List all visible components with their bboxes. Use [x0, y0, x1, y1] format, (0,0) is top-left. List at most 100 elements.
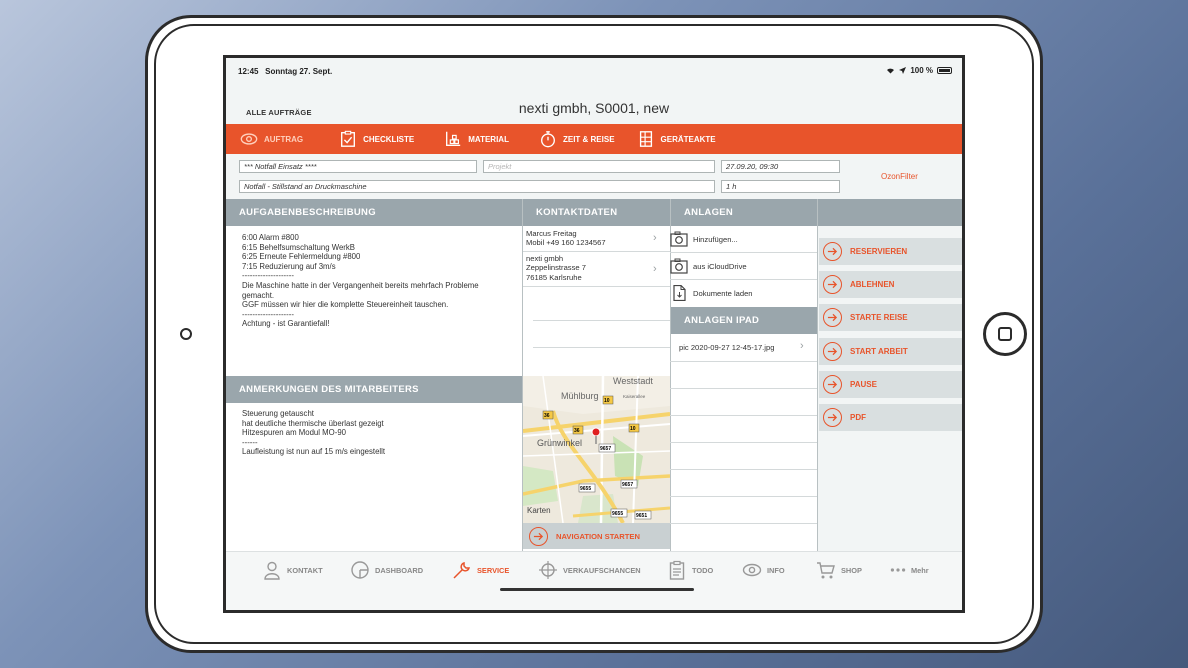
chevron-right-icon: ›: [653, 232, 657, 244]
status-date: Sonntag 27. Sept.: [265, 67, 333, 76]
tab-auftrag[interactable]: AUFTRAG: [240, 130, 321, 148]
map-label: Grünwinkel: [537, 438, 582, 448]
app-screen: 12:45 Sonntag 27. Sept. 100 % ALLE AUFTR…: [223, 55, 965, 613]
contact-company[interactable]: nexti gmbh Zeppelinstrasse 7 76185 Karls…: [526, 254, 586, 282]
task-description-text[interactable]: 6:00 Alarm #800 6:15 Behelfsumschaltung …: [242, 233, 479, 329]
reserve-button[interactable]: RESERVIEREN: [819, 238, 962, 265]
row-divider: [670, 442, 817, 443]
bottom-tab-bar: KONTAKT DASHBOARD SERVICE VERKAUFSCHANCE…: [226, 551, 962, 610]
tab-label: ZEIT & REISE: [562, 134, 615, 144]
page-title: nexti gmbh, S0001, new: [518, 100, 670, 116]
home-button-square-icon: [998, 327, 1012, 341]
icloud-attachment-item[interactable]: aus iCloudDrive: [670, 258, 747, 274]
start-trip-button[interactable]: STARTE REISE: [819, 304, 962, 331]
attachment-label: aus iCloudDrive: [693, 261, 747, 271]
stopwatch-icon: [540, 131, 555, 148]
order-fields: *** Notfall Einsatz **** Projekt 27.09.2…: [226, 154, 962, 199]
road-number: 10: [604, 398, 610, 404]
bottom-tab-dashboard[interactable]: DASHBOARD: [350, 560, 423, 580]
bottom-tab-label: SERVICE: [477, 565, 510, 575]
road-number: 9657: [622, 482, 633, 488]
tab-material[interactable]: MATERIAL: [444, 130, 527, 148]
bottom-tab-shop[interactable]: SHOP: [816, 560, 862, 580]
chevron-right-icon: ›: [653, 263, 657, 275]
road-number: 9657: [600, 446, 611, 452]
battery-icon: [937, 67, 952, 74]
wifi-icon: [887, 68, 895, 74]
bottom-tab-service[interactable]: SERVICE: [452, 560, 509, 580]
company-city: 76185 Karlsruhe: [526, 272, 582, 282]
start-work-button[interactable]: START ARBEIT: [819, 338, 962, 365]
bottom-tab-label: SHOP: [841, 565, 862, 575]
file-name: pic 2020-09-27 12-45-17.jpg: [679, 343, 775, 352]
task-description-heading: AUFGABENBESCHREIBUNG: [226, 199, 522, 226]
map-attribution: Karten: [527, 506, 551, 515]
row-divider: [523, 251, 670, 252]
load-documents-item[interactable]: Dokumente laden: [670, 285, 753, 301]
row-divider: [670, 279, 817, 280]
road-number: 36: [574, 428, 580, 434]
eye-icon: [240, 133, 258, 145]
bottom-tab-label: DASHBOARD: [375, 565, 424, 575]
arrow-right-icon: [823, 342, 842, 361]
bottom-tab-kontakt[interactable]: KONTAKT: [262, 560, 323, 580]
subject-field[interactable]: Notfall - Stillstand an Druckmaschine: [239, 180, 715, 193]
bottom-tab-todo[interactable]: TODO: [667, 560, 713, 580]
arrow-right-icon: [823, 242, 842, 261]
bottom-tab-info[interactable]: INFO: [742, 560, 785, 580]
start-navigation-button[interactable]: NAVIGATION STARTEN: [523, 523, 670, 549]
more-icon: [890, 568, 906, 572]
attachment-label: Hinzufügen...: [693, 234, 738, 244]
arrow-right-icon: [529, 526, 548, 546]
bottom-tab-verkaufschancen[interactable]: VERKAUFSCHANCEN: [538, 560, 641, 580]
road-number: 10: [630, 426, 636, 432]
tab-zeit-reise[interactable]: ZEIT & REISE: [539, 130, 633, 148]
order-title-field[interactable]: *** Notfall Einsatz ****: [239, 160, 477, 173]
dashboard-icon: [351, 561, 369, 579]
bottom-tab-label: TODO: [692, 565, 714, 575]
decline-button[interactable]: ABLEHNEN: [819, 271, 962, 298]
pdf-button[interactable]: PDF: [819, 404, 962, 431]
attachment-label: Dokumente laden: [693, 288, 753, 298]
target-icon: [539, 561, 557, 579]
home-button[interactable]: [983, 312, 1027, 356]
ipad-file-item[interactable]: pic 2020-09-27 12-45-17.jpg: [679, 343, 774, 352]
battery-percent: 100 %: [910, 66, 933, 75]
row-divider: [533, 347, 670, 348]
navigation-bar: ALLE AUFTRÄGE nexti gmbh, S0001, new: [226, 82, 962, 124]
device-file-icon: [639, 131, 652, 147]
filter-link[interactable]: OzonFilter: [881, 172, 918, 181]
tab-checkliste[interactable]: CHECKLISTE: [339, 130, 432, 148]
row-divider: [670, 496, 817, 497]
duration-field[interactable]: 1 h: [721, 180, 840, 193]
bottom-tab-mehr[interactable]: Mehr: [890, 560, 929, 580]
bottom-tab-label: INFO: [767, 565, 785, 575]
datetime-field[interactable]: 27.09.20, 09:30: [721, 160, 840, 173]
map-label: Kaiserallee: [623, 394, 646, 399]
tab-geraeteakte[interactable]: GERÄTEAKTE: [637, 130, 734, 148]
home-indicator: [500, 588, 694, 591]
add-attachment-item[interactable]: Hinzufügen...: [670, 231, 738, 247]
section-tabs: AUFTRAG CHECKLISTE MATERIAL ZEIT & REISE…: [226, 124, 962, 154]
row-divider: [533, 320, 670, 321]
project-field[interactable]: Projekt: [483, 160, 715, 173]
material-icon: [446, 131, 461, 146]
ipad-attachments-heading: ANLAGEN IPAD: [671, 307, 817, 334]
location-icon: [899, 67, 907, 74]
start-navigation-label: NAVIGATION STARTEN: [556, 531, 640, 541]
person-icon: [264, 561, 280, 580]
employee-notes-text[interactable]: Steuerung getauscht hat deutliche thermi…: [242, 409, 385, 457]
action-label: ABLEHNEN: [850, 280, 895, 289]
camera-dot: [180, 328, 192, 340]
actions-heading: [818, 199, 962, 226]
location-map[interactable]: Mühlburg Weststadt Grünwinkel Kaiseralle…: [523, 376, 670, 523]
arrow-right-icon: [823, 275, 842, 294]
road-number: 9651: [636, 513, 647, 519]
bottom-tab-label: KONTAKT: [287, 565, 323, 575]
contact-person[interactable]: Marcus Freitag Mobil +49 160 1234567: [526, 229, 606, 248]
pause-button[interactable]: PAUSE: [819, 371, 962, 398]
row-divider: [670, 388, 817, 389]
clipboard-icon: [669, 560, 685, 580]
attachments-heading: ANLAGEN: [671, 199, 817, 226]
tab-label: GERÄTEAKTE: [660, 134, 716, 144]
